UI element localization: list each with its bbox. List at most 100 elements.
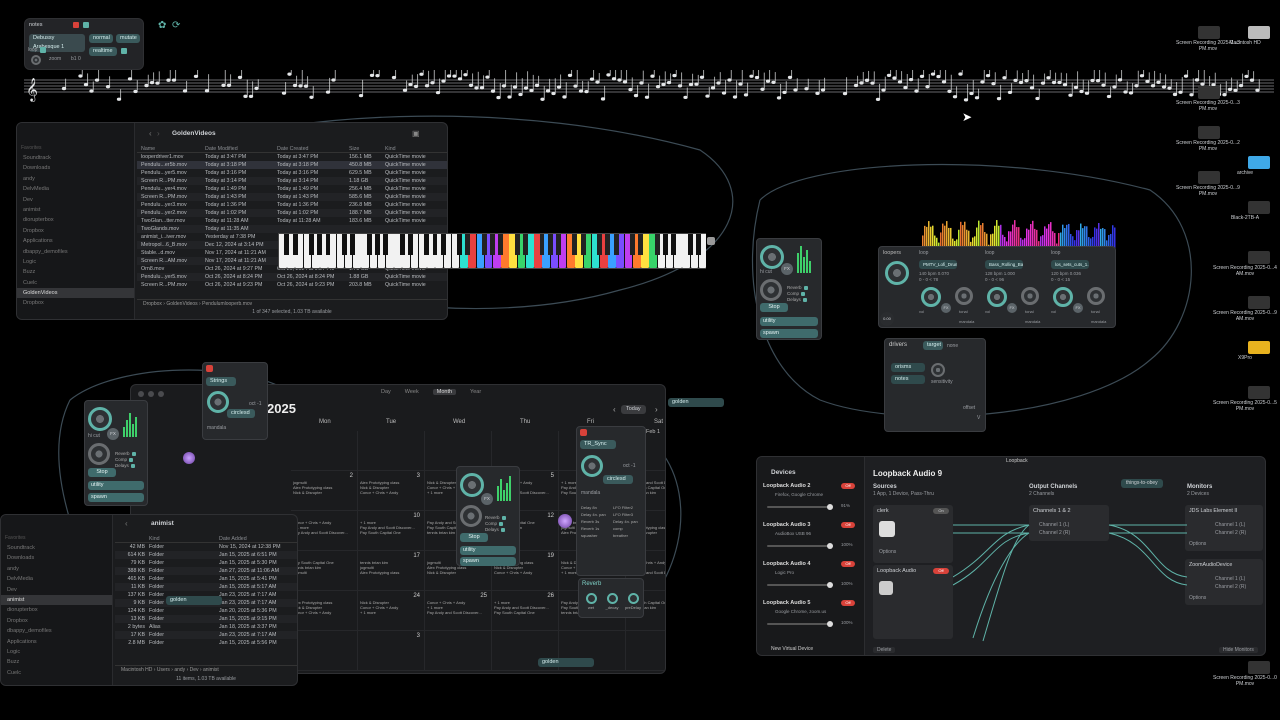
sidebar-item[interactable]: Dropbox	[17, 298, 134, 308]
calendar-event[interactable]: Conor + Chris + Andy	[360, 606, 423, 611]
column-header[interactable]: Name	[137, 145, 201, 152]
monitor-zoom[interactable]: ZoomAudioDevice Channel 1 (L) Channel 2 …	[1185, 559, 1263, 605]
options-link[interactable]: Options	[1189, 541, 1206, 547]
piano-black-key[interactable]	[638, 234, 644, 255]
piano-black-key[interactable]	[350, 234, 356, 255]
loop-icon[interactable]: ⟳	[172, 20, 180, 31]
golden-tag[interactable]: golden	[166, 596, 222, 605]
source-loopback[interactable]: Loopback Audio Off	[873, 565, 953, 639]
calendar-day[interactable]: 25 Conor + Chris + Andy + 1 more Pay Andy a…	[425, 591, 492, 631]
column-header[interactable]: Size	[345, 145, 381, 152]
sidebar-item[interactable]: Cuelc	[17, 278, 134, 288]
effect-item[interactable]: Delays	[485, 527, 506, 533]
desktop-icon-thumb[interactable]	[1248, 156, 1270, 169]
calendar-day[interactable]: Conor + Chris + Andy + 1 more Pay Andy and…	[291, 511, 358, 551]
piano-black-key[interactable]	[465, 234, 471, 255]
effect-toggle[interactable]	[501, 516, 506, 520]
effect-toggle[interactable]	[500, 528, 505, 532]
effect-item[interactable]: comp	[613, 526, 645, 531]
volume-slider[interactable]	[767, 621, 833, 627]
table-row[interactable]: Pendulu...yer3.mov Today at 1:36 PM Today …	[137, 201, 447, 209]
strings-mode[interactable]: circlesd	[227, 409, 255, 418]
loop-vol-knob[interactable]	[1021, 287, 1039, 305]
calendar-event[interactable]: Conor + Chris + Andy	[427, 601, 490, 606]
utility-button[interactable]: utility	[760, 317, 818, 326]
calendar-event[interactable]: + 1 more	[360, 521, 423, 526]
table-row[interactable]: 17 KB Folder Jan 23, 2025 at 7:17 AM	[115, 631, 297, 639]
calendar-event[interactable]: Pay Andy and Scott Discover...	[427, 611, 490, 616]
orb-icon[interactable]	[558, 514, 572, 528]
table-row[interactable]: 124 KB Folder Jan 20, 2025 at 5:36 PM	[115, 607, 297, 615]
today-button[interactable]: Today	[621, 405, 646, 414]
record-icon[interactable]	[73, 22, 79, 28]
calendar-event[interactable]: Pay South Capital One	[293, 561, 356, 566]
desktop-icon-label[interactable]: Screen Recording 2025-0...0 PM.mov	[1210, 675, 1280, 687]
volume-slider[interactable]	[767, 504, 833, 510]
effect-item[interactable]: Delays	[787, 297, 808, 303]
table-row[interactable]: 11 KB Folder Jan 15, 2025 at 5:17 AM	[115, 583, 297, 591]
things-tag[interactable]: things-to-obey	[1121, 479, 1163, 488]
strings-preset[interactable]: Strings	[206, 377, 236, 386]
record-icon[interactable]	[580, 429, 587, 436]
effect-item[interactable]: breather	[613, 533, 645, 538]
table-row[interactable]: Pendulu...yer4.mov Today at 1:49 PM Today …	[137, 185, 447, 193]
trsync-knob[interactable]	[581, 455, 603, 477]
record-icon[interactable]	[206, 365, 213, 372]
utility-button[interactable]: utility	[460, 546, 516, 555]
calendar-view-tab[interactable]: Week	[405, 389, 419, 395]
stop-button[interactable]: Stop	[760, 303, 788, 312]
calendar-event[interactable]: + 1 more	[427, 606, 490, 611]
sidebar-item[interactable]: DelvMedia	[17, 184, 134, 194]
effect-item[interactable]: Reverb 3s	[581, 519, 613, 524]
golden-tag[interactable]: golden	[538, 658, 594, 667]
loop-sample[interactable]: Bass_Rolling_Bass...	[985, 260, 1023, 269]
table-row[interactable]: Screen R...PM.mov Today at 1:43 PM Today a…	[137, 193, 447, 201]
calendar-day[interactable]	[425, 431, 492, 471]
sidebar-item[interactable]: dbappy_demofiles	[1, 626, 112, 636]
volume-slider[interactable]	[767, 543, 833, 549]
table-row[interactable]: TwoGlan...tter.mov Today at 11:28 AM Today…	[137, 217, 447, 225]
table-row[interactable]: Screen R...PM.mov Today at 3:14 PM Today a…	[137, 177, 447, 185]
sidebar-item[interactable]: andy	[1, 564, 112, 574]
next-month-icon[interactable]: ›	[655, 405, 658, 414]
mode-select[interactable]: normal	[89, 34, 113, 43]
table-row[interactable]: looperdriver1.mov Today at 3:47 PM Today a…	[137, 153, 447, 161]
vol-knob[interactable]	[88, 443, 110, 465]
slider-thumb[interactable]	[827, 543, 833, 549]
new-device-button[interactable]: New Virtual Device	[771, 646, 813, 652]
sidebar-item[interactable]: Dev	[1, 585, 112, 595]
piano-black-key[interactable]	[292, 234, 298, 255]
options-link[interactable]: Options	[879, 549, 896, 555]
piano-black-key[interactable]	[572, 234, 578, 255]
sidebar-item[interactable]: Soundtrack	[1, 543, 112, 553]
piano-black-key[interactable]	[547, 234, 553, 255]
desktop-icon-thumb[interactable]	[1198, 126, 1220, 139]
desktop-icon-label[interactable]: Screen Recording 2025-0...3 PM.mov	[1173, 100, 1243, 112]
piano-black-key[interactable]	[309, 234, 314, 255]
trsync-mode[interactable]: circlesd	[603, 475, 633, 484]
loop-vol-knob[interactable]	[1087, 287, 1105, 305]
calendar-view-tabs[interactable]: Day Week Month Year	[381, 389, 481, 395]
piano-black-key[interactable]	[457, 234, 463, 255]
calendar-event[interactable]: Conor + Chris + Andy	[293, 611, 356, 616]
table-row[interactable]: 42 MB Folder Nov 15, 2024 at 12:38 PM	[115, 543, 297, 551]
desktop-icon-thumb[interactable]	[1248, 251, 1270, 264]
desktop-icon-label[interactable]: Screen Recording 2025-0...9 AM.mov	[1210, 310, 1280, 322]
vol-knob[interactable]	[460, 505, 482, 527]
piano-black-key[interactable]	[374, 234, 380, 255]
target-value[interactable]: none	[947, 343, 958, 349]
loop-knob[interactable]	[987, 287, 1007, 307]
sidebar-item[interactable]: Logic	[17, 257, 134, 267]
left-synth-plugin[interactable]: hi cut FX Reverb Comp Delays Stop utility …	[84, 400, 148, 506]
calendar-view-tab[interactable]: Year	[470, 389, 481, 395]
table-row[interactable]: Pendulu...yer2.mov Today at 1:02 PM Today …	[137, 209, 447, 217]
sidebar-item[interactable]: Soundtrack	[17, 153, 134, 163]
driver-item[interactable]: notes	[891, 375, 925, 384]
desktop-icon-thumb[interactable]	[1198, 26, 1220, 39]
calendar-event[interactable]: + 1 more	[293, 526, 356, 531]
loopers-plugin[interactable]: loopers loop PMTV_Lofi_Drum... 140 bpm 0.0…	[878, 246, 1116, 328]
reverb-knob[interactable]: _decay	[602, 593, 622, 610]
effect-item[interactable]: squasher	[581, 533, 613, 538]
golden-tag[interactable]: golden	[668, 398, 724, 407]
table-row[interactable]: 2.8 MB Folder Jan 15, 2025 at 5:56 PM	[115, 639, 297, 647]
